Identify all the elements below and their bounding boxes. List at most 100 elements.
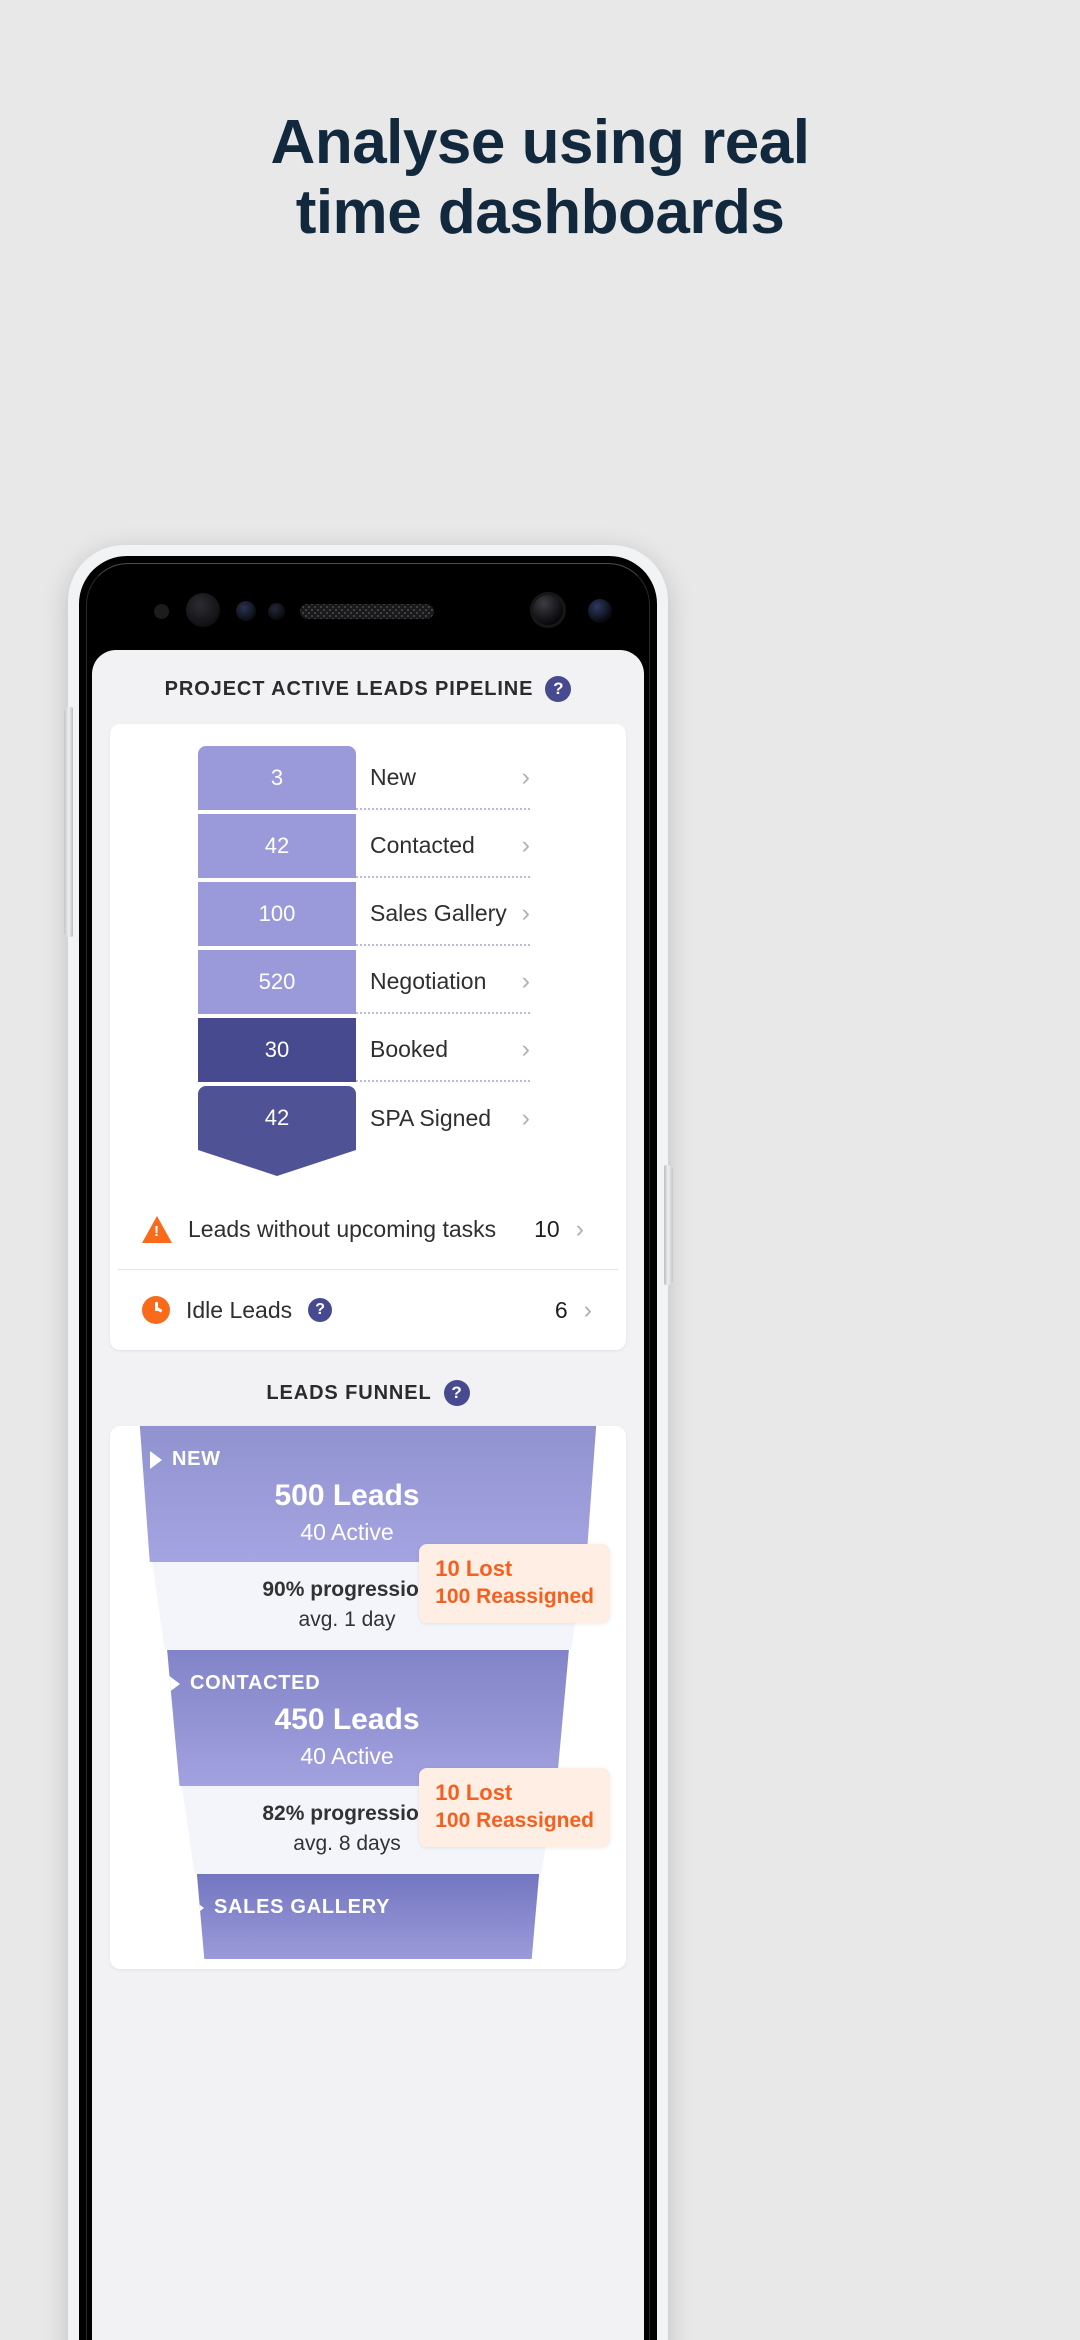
screenshot-root: Analyse using real time dashboards PROJE…	[0, 0, 1080, 2340]
funnel-point-icon	[198, 1150, 356, 1176]
front-camera-icon	[530, 592, 566, 628]
stage-row-right: Booked ›	[356, 1018, 530, 1082]
stage-label: New	[370, 763, 417, 790]
stage-row-right: Contacted ›	[356, 814, 530, 878]
chevron-right-icon[interactable]: ›	[522, 1105, 530, 1131]
ir-sensor-icon	[268, 603, 285, 620]
light-sensor-icon	[236, 601, 256, 621]
phone-sensor-row	[68, 589, 668, 633]
funnel-lost-count: 10 Lost	[435, 1556, 513, 1581]
stage-label: Contacted	[370, 831, 475, 858]
stage-bar: 3	[198, 746, 356, 810]
funnel-stage-header: SALES GALLERY	[196, 1896, 539, 1919]
power-button[interactable]	[664, 1165, 673, 1285]
stage-count: 3	[270, 765, 284, 790]
funnel-segment: NEW 500 Leads 40 Active	[139, 1426, 597, 1562]
leads-without-tasks-row[interactable]: Leads without upcoming tasks 10 ›	[118, 1190, 618, 1270]
funnel-card: NEW 500 Leads 40 Active 90% progression …	[110, 1426, 626, 1969]
clock-icon	[142, 1296, 170, 1324]
proximity-sensor-icon	[154, 604, 169, 619]
stage-bar: 520	[198, 950, 356, 1014]
funnel-stage-name: CONTACTED	[190, 1672, 321, 1694]
funnel-lost-badge[interactable]: 10 Lost 100 Reassigned	[419, 1768, 610, 1847]
chevron-right-icon	[196, 1898, 204, 1917]
funnel-stage-numbers: 500 Leads 40 Active	[140, 1479, 596, 1546]
alert-label: Idle Leads	[186, 1296, 293, 1323]
secondary-camera-icon	[588, 599, 612, 623]
funnel-stage-header: NEW	[140, 1448, 596, 1471]
stage-count: 100	[258, 901, 296, 926]
funnel-reassigned-count: 100 Reassigned	[435, 1809, 594, 1832]
funnel-stage-header: CONTACTED	[167, 1672, 569, 1695]
phone-mockup: PROJECT ACTIVE LEADS PIPELINE ? 3 New ›	[64, 545, 673, 2340]
pipeline-row[interactable]: 42 SPA Signed ›	[110, 1086, 626, 1176]
pipeline-row[interactable]: 30 Booked ›	[110, 1018, 626, 1082]
chevron-right-icon[interactable]: ›	[522, 968, 530, 994]
funnel-reassigned-count: 100 Reassigned	[435, 1585, 594, 1608]
pipeline-section-header: PROJECT ACTIVE LEADS PIPELINE ?	[92, 650, 644, 724]
chevron-right-icon[interactable]: ›	[522, 1036, 530, 1062]
chevron-right-icon[interactable]: ›	[522, 900, 530, 926]
funnel-stage-sales-gallery[interactable]: SALES GALLERY	[110, 1874, 626, 1959]
alert-count: 10	[534, 1216, 560, 1242]
chevron-right-icon[interactable]: ›	[576, 1217, 584, 1242]
stage-row-right: New ›	[356, 746, 530, 810]
page-title: Analyse using real time dashboards	[0, 108, 1080, 248]
funnel-lost-badge[interactable]: 10 Lost 100 Reassigned	[419, 1544, 610, 1623]
speaker-sensor-icon	[186, 593, 220, 627]
pipeline-row[interactable]: 42 Contacted ›	[110, 814, 626, 878]
stage-label: SPA Signed	[370, 1104, 492, 1131]
stage-bar: 30	[198, 1018, 356, 1082]
funnel-leads-count: 500 Leads	[274, 1479, 420, 1512]
help-icon[interactable]: ?	[308, 1298, 333, 1322]
help-icon[interactable]: ?	[545, 676, 572, 702]
stage-count: 42	[264, 833, 290, 858]
headline-line-2: time dashboards	[295, 178, 785, 248]
help-icon[interactable]: ?	[443, 1380, 470, 1406]
pipeline-row[interactable]: 100 Sales Gallery ›	[110, 882, 626, 946]
funnel-section-header: LEADS FUNNEL ?	[92, 1350, 644, 1426]
stage-bar: 100	[198, 882, 356, 946]
funnel-stage-contacted[interactable]: CONTACTED 450 Leads 40 Active 82% progre…	[110, 1650, 626, 1874]
stage-bar: 42	[198, 814, 356, 878]
stage-label: Negotiation	[370, 967, 487, 994]
funnel-active-count: 40 Active	[300, 1519, 394, 1545]
alert-count: 6	[554, 1296, 568, 1323]
stage-row-right: Sales Gallery ›	[356, 882, 530, 946]
earpiece-speaker-icon	[300, 604, 434, 619]
funnel-active-count: 40 Active	[300, 1743, 394, 1769]
headline-line-1: Analyse using real	[270, 108, 810, 177]
funnel-stage-numbers: 450 Leads 40 Active	[167, 1703, 569, 1770]
funnel-segment: CONTACTED 450 Leads 40 Active	[167, 1650, 569, 1786]
alert-label: Leads without upcoming tasks	[188, 1216, 497, 1242]
stage-row-right: Negotiation ›	[356, 950, 530, 1014]
chevron-right-icon	[150, 1450, 162, 1469]
warning-triangle-icon	[142, 1216, 172, 1243]
chevron-right-icon[interactable]: ›	[584, 1297, 592, 1323]
stage-bar: 42	[198, 1086, 356, 1150]
stage-label: Sales Gallery	[370, 899, 507, 926]
stage-count: 30	[264, 1037, 290, 1062]
pipeline-card: 3 New › 42 Contacted › 100 Sales Gallery…	[110, 724, 626, 1350]
chevron-right-icon[interactable]: ›	[522, 764, 530, 790]
pipeline-row[interactable]: 3 New ›	[110, 746, 626, 810]
funnel-lost-count: 10 Lost	[435, 1780, 513, 1805]
volume-button[interactable]	[64, 707, 73, 937]
pipeline-stage-list: 3 New › 42 Contacted › 100 Sales Gallery…	[110, 724, 626, 1176]
funnel-leads-count: 450 Leads	[274, 1703, 420, 1736]
stage-count: 520	[258, 969, 296, 994]
funnel-stage-new[interactable]: NEW 500 Leads 40 Active 90% progression …	[110, 1426, 626, 1650]
stage-row-right: SPA Signed ›	[356, 1086, 530, 1150]
funnel-title: LEADS FUNNEL	[266, 1381, 432, 1404]
app-screen: PROJECT ACTIVE LEADS PIPELINE ? 3 New ›	[92, 650, 644, 2340]
stage-count: 42	[264, 1105, 290, 1130]
idle-leads-row[interactable]: Idle Leads ? 6 ›	[110, 1270, 626, 1350]
funnel-stage-name: NEW	[172, 1448, 221, 1470]
pipeline-row[interactable]: 520 Negotiation ›	[110, 950, 626, 1014]
stage-label: Booked	[370, 1035, 449, 1062]
pipeline-title: PROJECT ACTIVE LEADS PIPELINE	[164, 677, 534, 700]
funnel-segment: SALES GALLERY	[196, 1874, 540, 1959]
chevron-right-icon	[168, 1674, 180, 1693]
funnel-stage-name: SALES GALLERY	[214, 1896, 391, 1918]
chevron-right-icon[interactable]: ›	[522, 832, 530, 858]
